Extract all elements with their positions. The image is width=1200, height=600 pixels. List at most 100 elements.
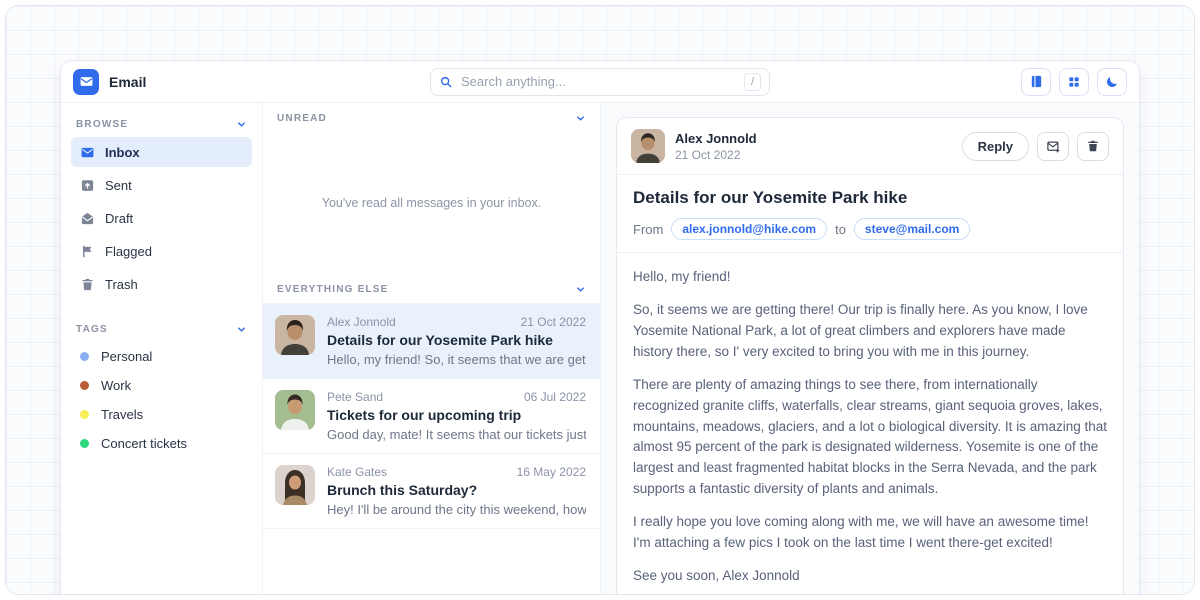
unread-empty-text: You've read all messages in your inbox. — [322, 196, 541, 210]
search-area: / — [293, 68, 907, 96]
email-detail-card: Alex Jonnold 21 Oct 2022 Reply — [616, 117, 1124, 595]
tag-color-dot — [80, 352, 89, 361]
flag-icon — [80, 244, 95, 259]
avatar — [631, 129, 665, 163]
trash-icon — [1086, 139, 1100, 153]
body-paragraph: So, it seems we are getting there! Our t… — [633, 300, 1107, 363]
email-list-item-pete[interactable]: Pete Sand 06 Jul 2022 Tickets for our up… — [263, 379, 600, 454]
email-subject: Details for our Yosemite Park hike — [327, 332, 586, 348]
unread-label: Unread — [277, 113, 327, 124]
dark-mode-moon-button[interactable] — [1097, 68, 1127, 96]
email-body: Hello, my friend! So, it seems we are ge… — [617, 253, 1123, 595]
from-label: From — [633, 222, 663, 237]
tag-color-dot — [80, 410, 89, 419]
email-subject: Brunch this Saturday? — [327, 482, 586, 498]
detail-header: Alex Jonnold 21 Oct 2022 Reply — [617, 118, 1123, 174]
page-background: Email / — [5, 5, 1195, 595]
email-list-item-kate[interactable]: Kate Gates 16 May 2022 Brunch this Satur… — [263, 454, 600, 529]
email-sender: Pete Sand — [327, 390, 383, 404]
unread-empty-state: You've read all messages in your inbox. — [263, 132, 600, 274]
from-to-row: From alex.jonnold@hike.com to steve@mail… — [633, 218, 1107, 240]
sidebar-item-label: Trash — [105, 277, 138, 292]
email-preview: Good day, mate! It seems that our ticket… — [327, 427, 586, 442]
email-list-column: Unread You've read all messages in your … — [263, 103, 601, 595]
everything-else-section-header: Everything else — [263, 274, 600, 303]
subject-block: Details for our Yosemite Park hike From … — [617, 175, 1123, 252]
email-sender: Alex Jonnold — [327, 315, 396, 329]
email-rows: Alex Jonnold 21 Oct 2022 Details for our… — [263, 303, 600, 529]
detail-date: 21 Oct 2022 — [675, 148, 757, 162]
body-paragraph: I really hope you love coming along with… — [633, 512, 1107, 554]
email-sender: Kate Gates — [327, 465, 387, 479]
email-detail-panel: Alex Jonnold 21 Oct 2022 Reply — [601, 103, 1139, 595]
email-preview: Hello, my friend! So, it seems that we a… — [327, 352, 586, 367]
email-subject: Tickets for our upcoming trip — [327, 407, 586, 423]
email-preview: Hey! I'll be around the city this weeken… — [327, 502, 586, 517]
forward-email-button[interactable] — [1037, 132, 1069, 161]
delete-email-button[interactable] — [1077, 132, 1109, 161]
body-paragraph: See you soon, Alex Jonnold — [633, 566, 1107, 587]
avatar — [275, 390, 315, 430]
main-layout: Browse Inbox Sent Draft — [61, 103, 1139, 595]
detail-subject: Details for our Yosemite Park hike — [633, 188, 1107, 208]
header-actions — [907, 68, 1127, 96]
inbox-icon — [80, 145, 95, 160]
email-list-item-alex[interactable]: Alex Jonnold 21 Oct 2022 Details for our… — [263, 304, 600, 379]
email-date: 16 May 2022 — [517, 465, 586, 479]
sent-icon — [80, 178, 95, 193]
avatar — [275, 465, 315, 505]
book-button[interactable] — [1021, 68, 1051, 96]
browse-chevron-down-icon[interactable] — [236, 119, 247, 130]
draft-icon — [80, 211, 95, 226]
sidebar-item-trash[interactable]: Trash — [71, 269, 252, 299]
unread-section-header: Unread — [263, 103, 600, 132]
from-address-chip[interactable]: alex.jonnold@hike.com — [671, 218, 827, 240]
email-app-window: Email / — [60, 60, 1140, 595]
tags-label: Tags — [76, 324, 108, 335]
unread-chevron-down-icon[interactable] — [575, 113, 586, 124]
sidebar-item-draft[interactable]: Draft — [71, 203, 252, 233]
tags-section-header: Tags — [71, 316, 252, 342]
sidebar-item-label: Draft — [105, 211, 133, 226]
to-label: to — [835, 222, 846, 237]
apps-grid-button[interactable] — [1059, 68, 1089, 96]
tags-chevron-down-icon[interactable] — [236, 324, 247, 335]
browse-section-header: Browse — [71, 111, 252, 137]
tag-item-travels[interactable]: Travels — [71, 400, 252, 429]
avatar — [275, 315, 315, 355]
brand: Email — [73, 69, 293, 95]
sidebar-item-inbox[interactable]: Inbox — [71, 137, 252, 167]
everything-else-chevron-down-icon[interactable] — [575, 284, 586, 295]
email-date: 06 Jul 2022 — [524, 390, 586, 404]
search-input[interactable] — [461, 74, 736, 89]
email-logo-icon — [73, 69, 99, 95]
trash-icon — [80, 277, 95, 292]
tag-label: Work — [101, 378, 131, 393]
email-date: 21 Oct 2022 — [521, 315, 586, 329]
sidebar-item-flagged[interactable]: Flagged — [71, 236, 252, 266]
tag-label: Travels — [101, 407, 143, 422]
tag-label: Personal — [101, 349, 152, 364]
reply-button[interactable]: Reply — [962, 132, 1029, 161]
to-address-chip[interactable]: steve@mail.com — [854, 218, 970, 240]
tag-item-personal[interactable]: Personal — [71, 342, 252, 371]
tag-color-dot — [80, 381, 89, 390]
detail-sender-name: Alex Jonnold — [675, 131, 757, 146]
tag-color-dot — [80, 439, 89, 448]
search-icon — [439, 75, 453, 89]
tag-label: Concert tickets — [101, 436, 187, 451]
sidebar-item-sent[interactable]: Sent — [71, 170, 252, 200]
tag-item-concert-tickets[interactable]: Concert tickets — [71, 429, 252, 458]
sidebar: Browse Inbox Sent Draft — [61, 103, 263, 595]
body-paragraph: Hello, my friend! — [633, 267, 1107, 288]
tag-item-work[interactable]: Work — [71, 371, 252, 400]
search-bar[interactable]: / — [430, 68, 770, 96]
app-header: Email / — [61, 61, 1139, 103]
sidebar-item-label: Flagged — [105, 244, 152, 259]
app-title: Email — [109, 74, 146, 90]
sidebar-item-label: Sent — [105, 178, 132, 193]
mail-forward-icon — [1046, 139, 1061, 154]
browse-label: Browse — [76, 119, 128, 130]
body-paragraph: There are plenty of amazing things to se… — [633, 375, 1107, 501]
sidebar-item-label: Inbox — [105, 145, 140, 160]
